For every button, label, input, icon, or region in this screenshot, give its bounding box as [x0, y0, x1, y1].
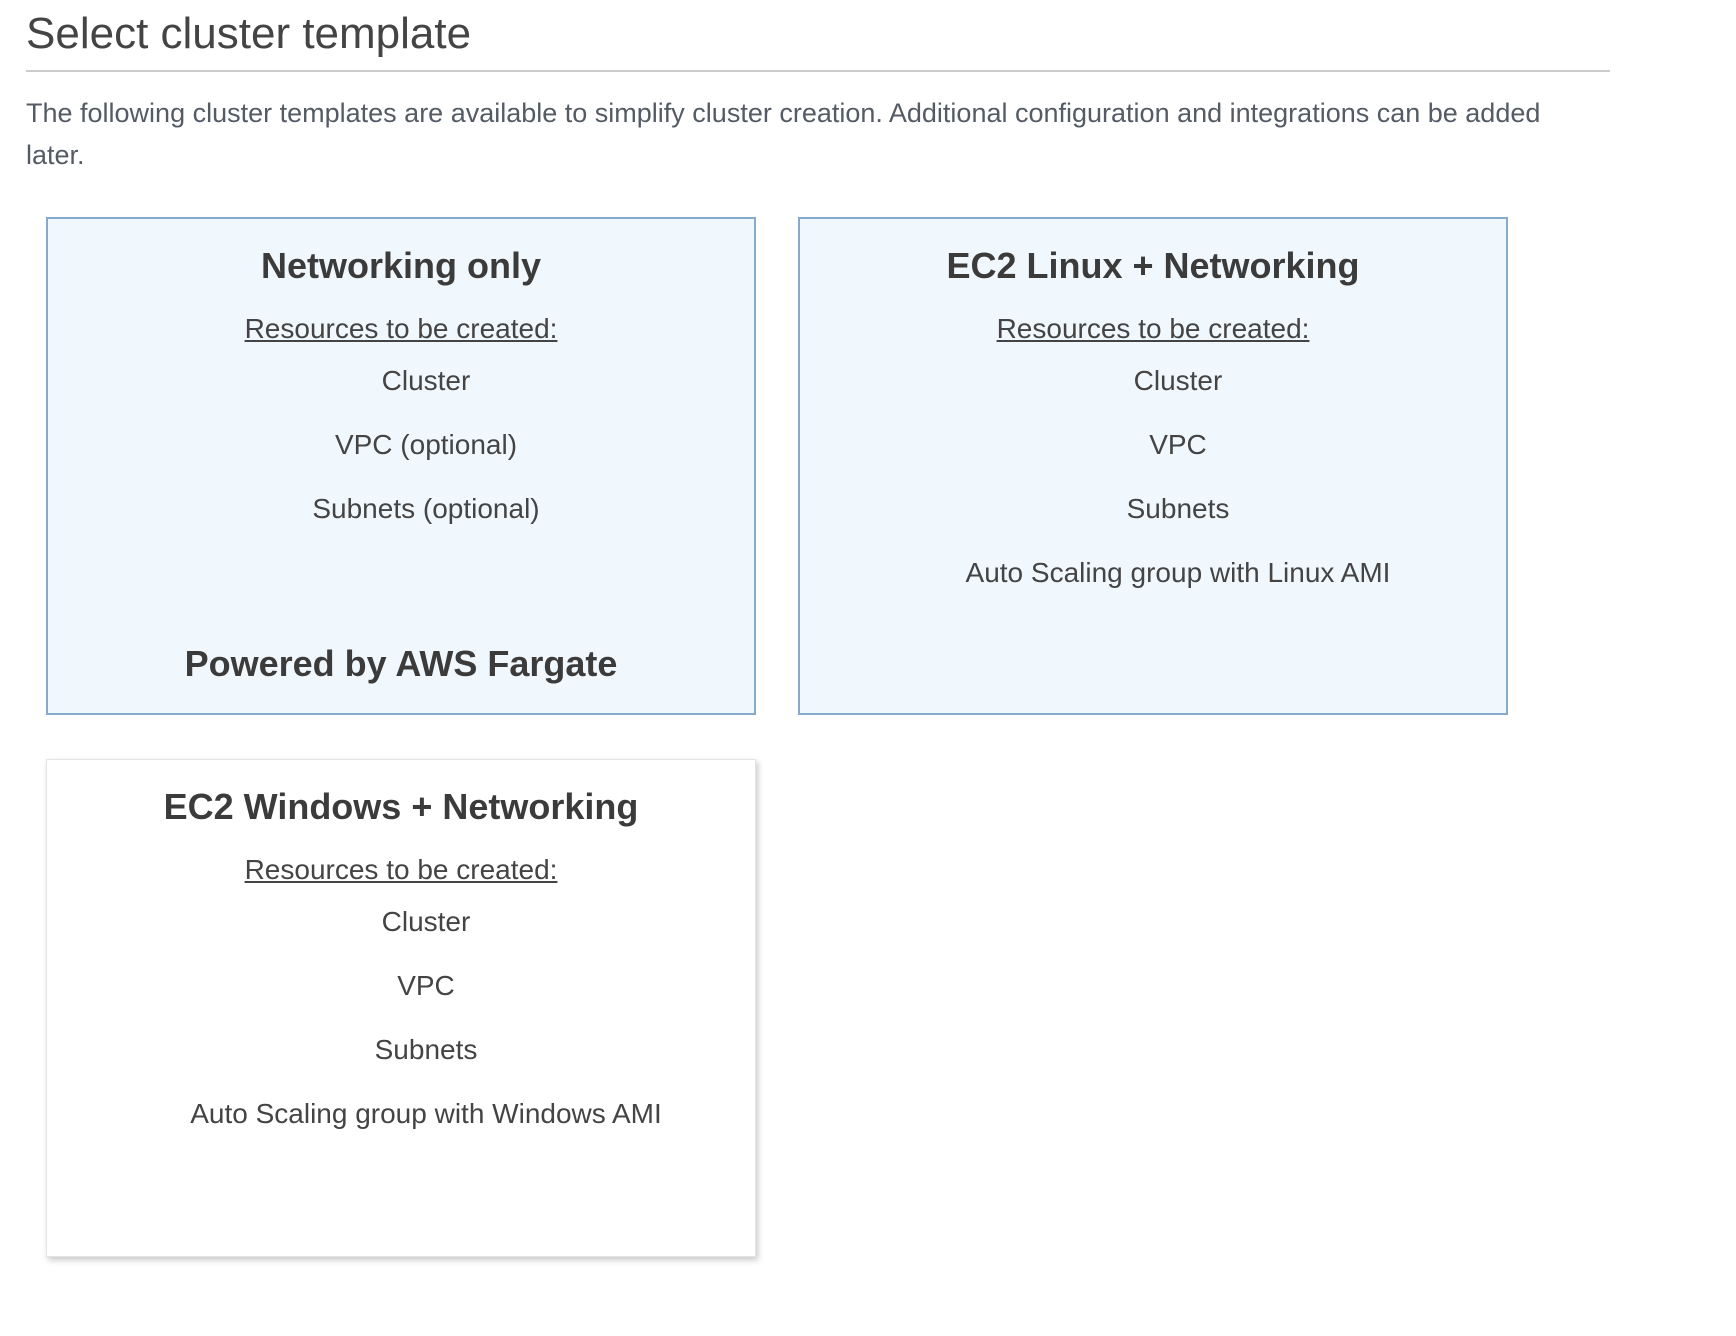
- resource-item: Subnets: [1126, 493, 1230, 524]
- card-title: EC2 Linux + Networking: [946, 245, 1360, 286]
- resource-item: Cluster: [381, 365, 471, 396]
- card-title: Networking only: [260, 245, 542, 286]
- card-title: EC2 Windows + Networking: [163, 786, 639, 827]
- page-description: The following cluster templates are avai…: [26, 98, 1541, 170]
- resources-label: Resources to be created:: [244, 313, 558, 344]
- template-card-ec2-windows[interactable]: EC2 Windows + Networking Resources to be…: [46, 759, 756, 1257]
- resource-item: Cluster: [1133, 365, 1223, 396]
- card-footer-powered-by: Powered by AWS Fargate: [184, 643, 618, 684]
- resources-label: Resources to be created:: [996, 313, 1310, 344]
- resource-item: Cluster: [381, 906, 471, 937]
- template-card-networking-only[interactable]: Networking only Resources to be created:…: [46, 217, 756, 715]
- resources-list: Cluster VPC (optional) Subnets (optional…: [48, 363, 754, 555]
- resource-item: Auto Scaling group with Linux AMI: [965, 557, 1391, 588]
- resources-list: Cluster VPC Subnets Auto Scaling group w…: [800, 363, 1506, 619]
- resource-item: VPC: [397, 970, 455, 1001]
- resources-label: Resources to be created:: [244, 854, 558, 885]
- resource-item: VPC: [1149, 429, 1207, 460]
- heading-divider: [26, 70, 1610, 72]
- resource-item: VPC (optional): [334, 429, 518, 460]
- resource-item: Auto Scaling group with Windows AMI: [190, 1098, 662, 1129]
- page-title: Select cluster template: [26, 9, 472, 58]
- resources-list: Cluster VPC Subnets Auto Scaling group w…: [47, 904, 755, 1160]
- resource-item: Subnets: [374, 1034, 478, 1065]
- resource-item: Subnets (optional): [312, 493, 540, 524]
- template-card-ec2-linux[interactable]: EC2 Linux + Networking Resources to be c…: [798, 217, 1508, 715]
